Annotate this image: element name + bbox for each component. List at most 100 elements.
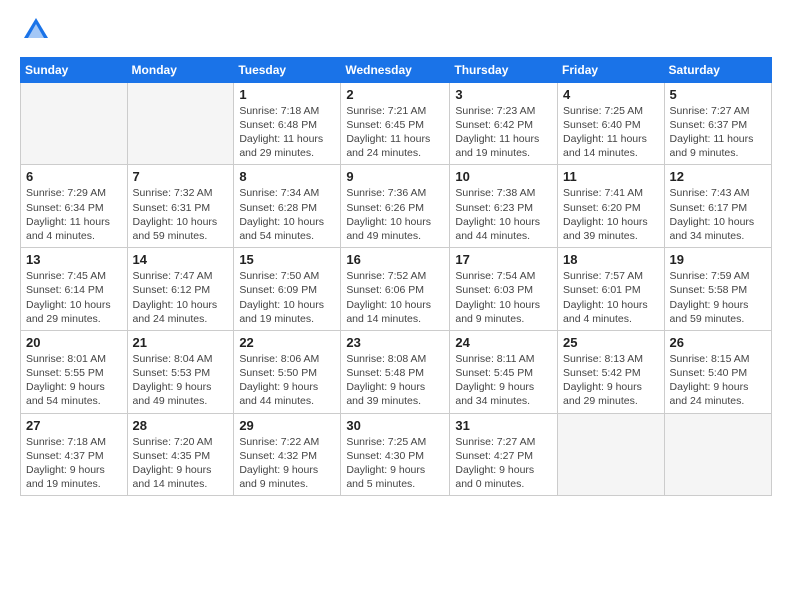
day-of-week-header: Saturday (664, 57, 771, 82)
day-number: 6 (26, 169, 122, 184)
day-info: Sunrise: 7:47 AMSunset: 6:12 PMDaylight:… (133, 269, 229, 326)
day-info: Sunrise: 8:06 AMSunset: 5:50 PMDaylight:… (239, 352, 335, 409)
day-number: 21 (133, 335, 229, 350)
calendar-cell: 7 Sunrise: 7:32 AMSunset: 6:31 PMDaylight… (127, 165, 234, 248)
day-number: 23 (346, 335, 444, 350)
day-number: 13 (26, 252, 122, 267)
day-number: 12 (670, 169, 766, 184)
calendar-cell: 5 Sunrise: 7:27 AMSunset: 6:37 PMDaylight… (664, 82, 771, 165)
day-info: Sunrise: 8:11 AMSunset: 5:45 PMDaylight:… (455, 352, 552, 409)
calendar-cell: 11 Sunrise: 7:41 AMSunset: 6:20 PMDayligh… (558, 165, 665, 248)
day-info: Sunrise: 7:41 AMSunset: 6:20 PMDaylight:… (563, 186, 659, 243)
day-number: 4 (563, 87, 659, 102)
day-info: Sunrise: 7:57 AMSunset: 6:01 PMDaylight:… (563, 269, 659, 326)
day-info: Sunrise: 7:43 AMSunset: 6:17 PMDaylight:… (670, 186, 766, 243)
calendar-cell: 12 Sunrise: 7:43 AMSunset: 6:17 PMDayligh… (664, 165, 771, 248)
day-number: 9 (346, 169, 444, 184)
calendar-week-row: 27 Sunrise: 7:18 AMSunset: 4:37 PMDayligh… (21, 413, 772, 496)
calendar-cell: 17 Sunrise: 7:54 AMSunset: 6:03 PMDayligh… (450, 248, 558, 331)
calendar-week-row: 6 Sunrise: 7:29 AMSunset: 6:34 PMDaylight… (21, 165, 772, 248)
day-info: Sunrise: 7:23 AMSunset: 6:42 PMDaylight:… (455, 104, 552, 161)
day-number: 22 (239, 335, 335, 350)
calendar-week-row: 20Sunrise: 8:01 AMSunset: 5:55 PMDayligh… (21, 330, 772, 413)
calendar-cell: 31Sunrise: 7:27 AMSunset: 4:27 PMDayligh… (450, 413, 558, 496)
calendar-cell: 15 Sunrise: 7:50 AMSunset: 6:09 PMDayligh… (234, 248, 341, 331)
calendar-cell: 16Sunrise: 7:52 AMSunset: 6:06 PMDayligh… (341, 248, 450, 331)
calendar-cell: 19Sunrise: 7:59 AMSunset: 5:58 PMDayligh… (664, 248, 771, 331)
page: SundayMondayTuesdayWednesdayThursdayFrid… (0, 0, 792, 612)
day-info: Sunrise: 7:21 AMSunset: 6:45 PMDaylight:… (346, 104, 444, 161)
day-info: Sunrise: 7:18 AMSunset: 4:37 PMDaylight:… (26, 435, 122, 492)
day-info: Sunrise: 7:25 AMSunset: 6:40 PMDaylight:… (563, 104, 659, 161)
calendar-week-row: 1Sunrise: 7:18 AMSunset: 6:48 PMDaylight… (21, 82, 772, 165)
day-number: 29 (239, 418, 335, 433)
calendar-cell: 26Sunrise: 8:15 AMSunset: 5:40 PMDayligh… (664, 330, 771, 413)
day-info: Sunrise: 7:34 AMSunset: 6:28 PMDaylight:… (239, 186, 335, 243)
day-info: Sunrise: 7:18 AMSunset: 6:48 PMDaylight:… (239, 104, 335, 161)
calendar-cell (21, 82, 128, 165)
calendar-cell: 28 Sunrise: 7:20 AMSunset: 4:35 PMDayligh… (127, 413, 234, 496)
day-number: 10 (455, 169, 552, 184)
calendar-cell: 20Sunrise: 8:01 AMSunset: 5:55 PMDayligh… (21, 330, 128, 413)
calendar-cell: 6 Sunrise: 7:29 AMSunset: 6:34 PMDaylight… (21, 165, 128, 248)
day-number: 31 (455, 418, 552, 433)
calendar-cell: 8 Sunrise: 7:34 AMSunset: 6:28 PMDaylight… (234, 165, 341, 248)
calendar-week-row: 13 Sunrise: 7:45 AMSunset: 6:14 PMDayligh… (21, 248, 772, 331)
calendar-cell: 25Sunrise: 8:13 AMSunset: 5:42 PMDayligh… (558, 330, 665, 413)
calendar-cell: 1Sunrise: 7:18 AMSunset: 6:48 PMDaylight… (234, 82, 341, 165)
calendar-cell: 13 Sunrise: 7:45 AMSunset: 6:14 PMDayligh… (21, 248, 128, 331)
day-number: 25 (563, 335, 659, 350)
day-number: 19 (670, 252, 766, 267)
day-info: Sunrise: 8:01 AMSunset: 5:55 PMDaylight:… (26, 352, 122, 409)
day-info: Sunrise: 7:54 AMSunset: 6:03 PMDaylight:… (455, 269, 552, 326)
day-info: Sunrise: 7:50 AMSunset: 6:09 PMDaylight:… (239, 269, 335, 326)
day-number: 11 (563, 169, 659, 184)
logo (20, 16, 50, 49)
day-info: Sunrise: 7:20 AMSunset: 4:35 PMDaylight:… (133, 435, 229, 492)
day-info: Sunrise: 7:45 AMSunset: 6:14 PMDaylight:… (26, 269, 122, 326)
calendar-header-row: SundayMondayTuesdayWednesdayThursdayFrid… (21, 57, 772, 82)
calendar-cell: 21 Sunrise: 8:04 AMSunset: 5:53 PMDayligh… (127, 330, 234, 413)
day-info: Sunrise: 7:52 AMSunset: 6:06 PMDaylight:… (346, 269, 444, 326)
day-number: 2 (346, 87, 444, 102)
calendar-cell (558, 413, 665, 496)
day-of-week-header: Monday (127, 57, 234, 82)
calendar-cell (127, 82, 234, 165)
day-number: 14 (133, 252, 229, 267)
calendar-cell: 10Sunrise: 7:38 AMSunset: 6:23 PMDayligh… (450, 165, 558, 248)
calendar-cell: 4 Sunrise: 7:25 AMSunset: 6:40 PMDaylight… (558, 82, 665, 165)
day-number: 8 (239, 169, 335, 184)
day-info: Sunrise: 7:22 AMSunset: 4:32 PMDaylight:… (239, 435, 335, 492)
day-number: 5 (670, 87, 766, 102)
header (20, 16, 772, 49)
day-number: 3 (455, 87, 552, 102)
day-of-week-header: Sunday (21, 57, 128, 82)
day-number: 18 (563, 252, 659, 267)
day-number: 28 (133, 418, 229, 433)
calendar-cell: 27 Sunrise: 7:18 AMSunset: 4:37 PMDayligh… (21, 413, 128, 496)
day-number: 27 (26, 418, 122, 433)
calendar-cell: 2 Sunrise: 7:21 AMSunset: 6:45 PMDaylight… (341, 82, 450, 165)
calendar-cell: 3 Sunrise: 7:23 AMSunset: 6:42 PMDaylight… (450, 82, 558, 165)
day-number: 30 (346, 418, 444, 433)
calendar: SundayMondayTuesdayWednesdayThursdayFrid… (20, 57, 772, 496)
day-number: 15 (239, 252, 335, 267)
calendar-cell: 18 Sunrise: 7:57 AMSunset: 6:01 PMDayligh… (558, 248, 665, 331)
day-info: Sunrise: 8:08 AMSunset: 5:48 PMDaylight:… (346, 352, 444, 409)
day-info: Sunrise: 7:29 AMSunset: 6:34 PMDaylight:… (26, 186, 122, 243)
day-info: Sunrise: 7:27 AMSunset: 6:37 PMDaylight:… (670, 104, 766, 161)
day-info: Sunrise: 7:36 AMSunset: 6:26 PMDaylight:… (346, 186, 444, 243)
day-info: Sunrise: 7:32 AMSunset: 6:31 PMDaylight:… (133, 186, 229, 243)
calendar-cell: 14 Sunrise: 7:47 AMSunset: 6:12 PMDayligh… (127, 248, 234, 331)
logo-icon (22, 16, 50, 44)
day-number: 17 (455, 252, 552, 267)
calendar-cell: 29 Sunrise: 7:22 AMSunset: 4:32 PMDayligh… (234, 413, 341, 496)
day-number: 7 (133, 169, 229, 184)
day-of-week-header: Wednesday (341, 57, 450, 82)
calendar-cell: 9 Sunrise: 7:36 AMSunset: 6:26 PMDaylight… (341, 165, 450, 248)
day-info: Sunrise: 8:04 AMSunset: 5:53 PMDaylight:… (133, 352, 229, 409)
day-number: 26 (670, 335, 766, 350)
day-of-week-header: Tuesday (234, 57, 341, 82)
calendar-cell: 30Sunrise: 7:25 AMSunset: 4:30 PMDayligh… (341, 413, 450, 496)
day-of-week-header: Friday (558, 57, 665, 82)
